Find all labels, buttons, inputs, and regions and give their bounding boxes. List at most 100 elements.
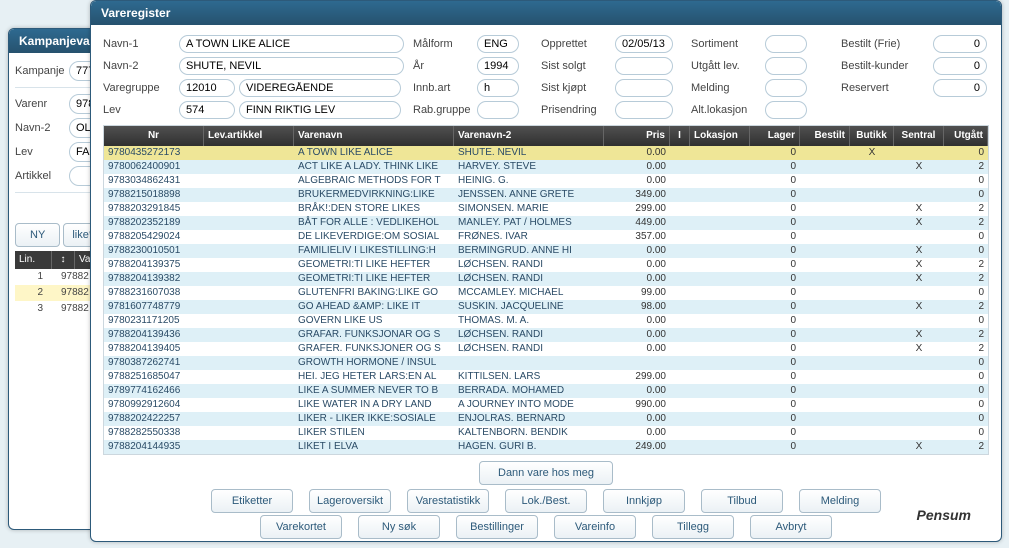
label-bestiltkunder: Bestilt-kunder [841,60,929,72]
label-sortiment: Sortiment [691,38,761,50]
grid-col[interactable]: Lokasjon [690,126,750,146]
button-etiketter[interactable]: Etiketter [211,489,293,513]
label-opprettet: Opprettet [541,38,611,50]
grid-row[interactable]: 9788204139436GRAFAR. FUNKSJONAR OG SLØCH… [104,328,988,342]
grid-row[interactable]: 9781607748779GO AHEAD &AMP: LIKE ITSUSKI… [104,300,988,314]
input-lev-name[interactable] [239,101,401,119]
button-ny[interactable]: NY [15,223,60,247]
input-navn1[interactable] [179,35,404,53]
button-varekortet[interactable]: Varekortet [260,515,342,539]
input-sistsolgt[interactable] [615,57,673,75]
button-lageroversikt[interactable]: Lageroversikt [309,489,391,513]
button-ny-s-k[interactable]: Ny søk [358,515,440,539]
grid-row[interactable]: 9780992912604LIKE WATER IN A DRY LANDA J… [104,398,988,412]
button-bestillinger[interactable]: Bestillinger [456,515,538,539]
button-varestatistikk[interactable]: Varestatistikk [407,489,489,513]
input-ar[interactable] [477,57,519,75]
sort-icon[interactable]: ↕ [52,251,75,269]
input-sistkjopt[interactable] [615,79,673,97]
grid-col[interactable]: Sentral [894,126,944,146]
label-navn1: Navn-1 [103,38,175,50]
input-prisendring[interactable] [615,101,673,119]
grid-col[interactable]: Pris [604,126,670,146]
label-varegruppe: Varegruppe [103,82,175,94]
input-utgattlev[interactable] [765,57,807,75]
label-reservert: Reservert [841,82,929,94]
grid-col[interactable]: I [670,126,690,146]
label-malform: Målform [413,38,473,50]
input-altlokasjon[interactable] [765,101,807,119]
grid-col[interactable]: Bestilt [800,126,850,146]
input-bestiltkunder[interactable] [933,57,987,75]
input-navn2[interactable] [179,57,404,75]
button-vareinfo[interactable]: Vareinfo [554,515,636,539]
label-bestiltfrie: Bestilt (Frie) [841,38,929,50]
grid-body[interactable]: 9780435272173A TOWN LIKE ALICESHUTE. NEV… [104,146,988,454]
label-innbart: Innb.art [413,82,473,94]
front-form: Navn-1 Målform Opprettet Sortiment Besti… [91,25,1001,123]
button-lok-best-[interactable]: Lok./Best. [505,489,587,513]
grid-row[interactable]: 9788204139375GEOMETRI:TI LIKE HEFTERLØCH… [104,258,988,272]
label-utgattlev: Utgått lev. [691,60,761,72]
col-lin: Lin. [15,251,52,269]
label-bk-artikkel: Artikkel [15,170,69,182]
button-tillegg[interactable]: Tillegg [652,515,734,539]
button-avbryt[interactable]: Avbryt [750,515,832,539]
grid-row[interactable]: 9788204139405GRAFER. FUNKSJONER OG SLØCH… [104,342,988,356]
grid-col[interactable]: Nr [104,126,204,146]
input-bestiltfrie[interactable] [933,35,987,53]
label-sistkjopt: Sist kjøpt [541,82,611,94]
label-prisendring: Prisendring [541,104,611,116]
input-malform[interactable] [477,35,519,53]
label-lev: Lev [103,104,175,116]
grid-row[interactable]: 9788205429024DE LIKEVERDIGE:OM SOSIALFRØ… [104,230,988,244]
label-bk-navn2: Navn-2 [15,122,69,134]
grid-col[interactable]: Varenavn-2 [454,126,604,146]
input-rabgruppe[interactable] [477,101,519,119]
grid-row[interactable]: 9788203291845BRÅK!:DEN STORE LIKESSIMONS… [104,202,988,216]
grid-row[interactable]: 9788204144935LIKET I ELVAHAGEN. GURI B.2… [104,440,988,454]
grid-row[interactable]: 9780435272173A TOWN LIKE ALICESHUTE. NEV… [104,146,988,160]
grid-col[interactable]: Varenavn [294,126,454,146]
grid-row[interactable]: 9780387262741GROWTH HORMONE / INSUL00 [104,356,988,370]
grid-row[interactable]: 9780062400901ACT LIKE A LADY. THINK LIKE… [104,160,988,174]
input-varegruppe-code[interactable] [179,79,235,97]
label-altlokasjon: Alt.lokasjon [691,104,761,116]
input-opprettet[interactable] [615,35,673,53]
grid-row[interactable]: 9788231607038GLUTENFRI BAKING:LIKE GOMCC… [104,286,988,300]
label-ar: År [413,60,473,72]
input-varegruppe-name[interactable] [239,79,401,97]
window-vareregister: Vareregister Navn-1 Målform Opprettet So… [90,0,1002,542]
grid-row[interactable]: 9788204139382GEOMETRI:TI LIKE HEFTERLØCH… [104,272,988,286]
label-pensum: Pensum [917,507,971,523]
grid-row[interactable]: 9788215018898BRUKERMEDVIRKNING:LIKEJENSS… [104,188,988,202]
button-tilbud[interactable]: Tilbud [701,489,783,513]
grid-row[interactable]: 9788202352189BÅT FOR ALLE : VEDLIKEHOLMA… [104,216,988,230]
grid-row[interactable]: 9789774162466LIKE A SUMMER NEVER TO BBER… [104,384,988,398]
grid-row[interactable]: 9783034862431ALGEBRAIC METHODS FOR THEIN… [104,174,988,188]
label-bk-varenr: Varenr [15,98,69,110]
grid-col[interactable]: Utgått [944,126,988,146]
grid-row[interactable]: 9788251685047HEI. JEG HETER LARS:EN ALKI… [104,370,988,384]
grid-row[interactable]: 9788282550338LIKER STILENKALTENBORN. BEN… [104,426,988,440]
dann-wrap: Dann vare hos meg [91,461,1001,489]
input-reservert[interactable] [933,79,987,97]
button-dann-vare[interactable]: Dann vare hos meg [479,461,613,485]
grid-row[interactable]: 9788202422257LIKER - LIKER IKKE:SOSIALEE… [104,412,988,426]
label-melding: Melding [691,82,761,94]
grid-col[interactable]: Butikk [850,126,894,146]
input-melding[interactable] [765,79,807,97]
input-sortiment[interactable] [765,35,807,53]
titlebar-front: Vareregister [91,1,1001,25]
grid-col[interactable]: Lager [750,126,800,146]
label-rabgruppe: Rab.gruppe [413,104,473,116]
grid-row[interactable]: 9780231171205GOVERN LIKE USTHOMAS. M. A.… [104,314,988,328]
label-bk-lev: Lev [15,146,69,158]
grid-col[interactable]: Lev.artikkel [204,126,294,146]
label-navn2: Navn-2 [103,60,175,72]
button-innkj-p[interactable]: Innkjøp [603,489,685,513]
input-lev-code[interactable] [179,101,235,119]
button-melding[interactable]: Melding [799,489,881,513]
grid-row[interactable]: 9788230010501FAMILIELIV I LIKESTILLING:H… [104,244,988,258]
input-innbart[interactable] [477,79,519,97]
